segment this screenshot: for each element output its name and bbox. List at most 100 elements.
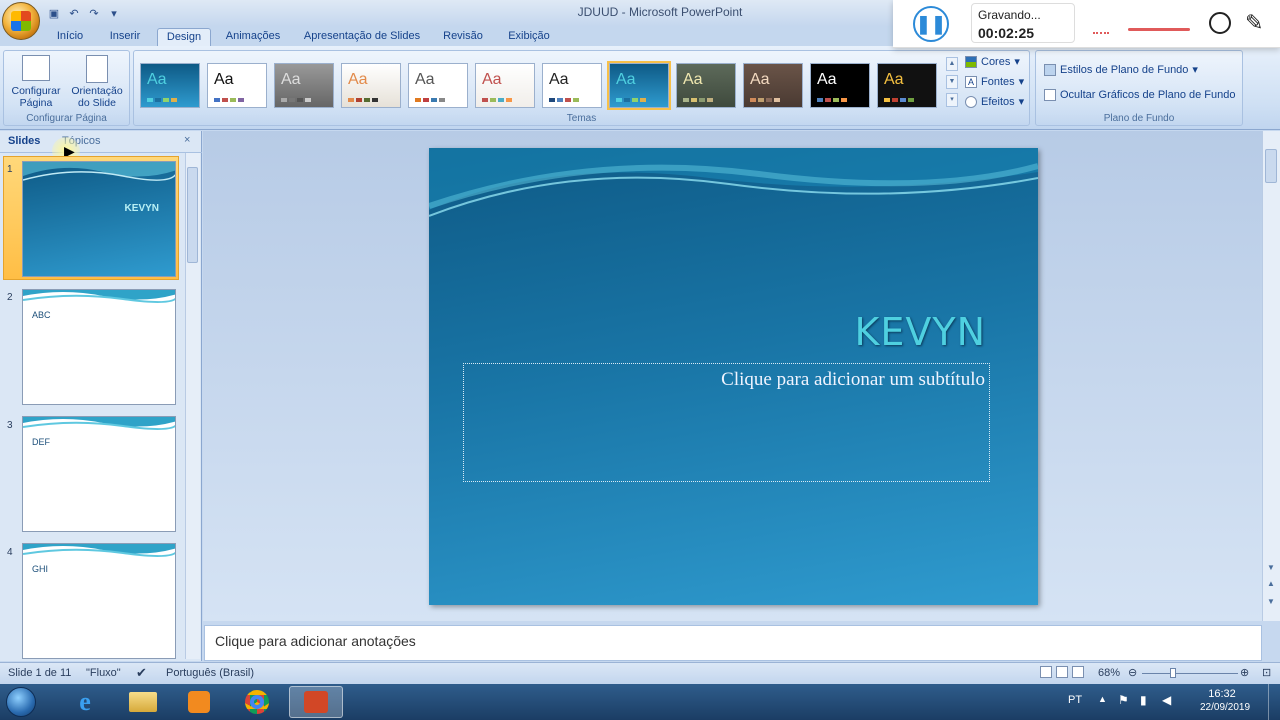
network-icon[interactable]: ▮ <box>1140 693 1147 707</box>
theme-7[interactable]: Aa <box>542 63 602 108</box>
media-player-icon[interactable] <box>172 686 226 718</box>
notes-area[interactable]: Clique para adicionar anotações <box>204 625 1262 661</box>
slides-pane: Slides Tópicos × ▶ 1 KEVYN 2 ABC 3 DEF 4… <box>0 131 202 661</box>
view-buttons <box>1040 666 1084 678</box>
effects-button[interactable]: Efeitos ▾ <box>965 95 1024 108</box>
tab-revisao[interactable]: Revisão <box>440 28 486 46</box>
theme-12[interactable]: Aa <box>877 63 937 108</box>
file-explorer-icon[interactable] <box>116 686 170 718</box>
page-setup-icon <box>22 55 50 81</box>
theme-10[interactable]: Aa <box>743 63 803 108</box>
slide-counter: Slide 1 de 11 <box>8 667 72 679</box>
next-slide-button[interactable]: ▼ <box>1267 597 1275 606</box>
start-button[interactable] <box>6 687 36 717</box>
hide-background-graphics[interactable]: Ocultar Gráficos de Plano de Fundo <box>1044 89 1235 101</box>
language[interactable]: Português (Brasil) <box>166 667 254 679</box>
chrome-icon[interactable] <box>230 686 284 718</box>
themes-scroll-up[interactable]: ▲ <box>946 57 958 71</box>
slide-thumb-4[interactable]: GHI <box>22 543 176 659</box>
group-page-setup: Configurar Página Orientação do Slide Co… <box>3 50 130 126</box>
tab-slides[interactable]: Slides <box>8 135 40 147</box>
tab-inserir[interactable]: Inserir <box>104 28 146 46</box>
powerpoint-taskbar-icon[interactable] <box>289 686 343 718</box>
quick-access-toolbar: ▣ ↶ ↷ ▾ <box>46 4 122 22</box>
pause-button[interactable]: ❚❚ <box>913 6 949 42</box>
slide-title[interactable]: KEVYN <box>854 310 986 354</box>
main-slide[interactable]: KEVYN Clique para adicionar um subtítulo <box>429 148 1038 605</box>
zoom-slider-thumb[interactable] <box>1170 668 1176 678</box>
audio-level-icon <box>1093 14 1109 34</box>
close-pane-button[interactable]: × <box>184 134 190 146</box>
theme-9[interactable]: Aa <box>676 63 736 108</box>
tab-exibicao[interactable]: Exibição <box>504 28 554 46</box>
theme-6[interactable]: Aa <box>475 63 535 108</box>
pen-icon[interactable]: ✎ <box>1245 10 1263 36</box>
tab-design[interactable]: Design <box>157 28 211 46</box>
scroll-down-arrow[interactable]: ▼ <box>1267 563 1275 572</box>
language-indicator[interactable]: PT <box>1068 694 1082 706</box>
zoom-level[interactable]: 68% <box>1098 667 1120 679</box>
themes-scroll-down[interactable]: ▼ <box>946 75 958 89</box>
pane-tabs: Slides Tópicos × <box>0 131 202 153</box>
theme-sample: Aa <box>415 71 435 88</box>
save-icon[interactable]: ▣ <box>46 5 62 21</box>
tab-animacoes[interactable]: Animações <box>222 28 284 46</box>
themes-more[interactable]: ▾ <box>946 93 958 107</box>
scrollbar-thumb[interactable] <box>1265 149 1277 183</box>
volume-slider[interactable] <box>1128 28 1190 31</box>
slide-thumb-2[interactable]: ABC <box>22 289 176 405</box>
theme-sample: Aa <box>214 71 234 88</box>
theme-4[interactable]: Aa <box>341 63 401 108</box>
webcam-icon[interactable] <box>1209 12 1231 34</box>
theme-name: "Fluxo" <box>86 667 121 679</box>
spellcheck-icon[interactable]: ✔ <box>136 665 147 681</box>
theme-2[interactable]: Aa <box>207 63 267 108</box>
theme-sample: Aa <box>817 71 837 88</box>
action-center-icon[interactable]: ⚑ <box>1118 693 1129 707</box>
theme-5[interactable]: Aa <box>408 63 468 108</box>
zoom-out-icon[interactable]: ⊖ <box>1128 666 1137 679</box>
redo-icon[interactable]: ↷ <box>86 5 102 21</box>
slide-sorter-icon[interactable] <box>1056 666 1068 678</box>
hide-graphics-checkbox[interactable] <box>1044 89 1056 101</box>
effects-icon <box>965 95 977 108</box>
group-label-themes: Temas <box>566 113 597 124</box>
theme-3[interactable]: Aa <box>274 63 334 108</box>
undo-icon[interactable]: ↶ <box>66 5 82 21</box>
office-button[interactable] <box>2 2 40 40</box>
theme-1[interactable]: Aa <box>140 63 200 108</box>
volume-icon[interactable]: ◀ <box>1162 693 1171 707</box>
show-desktop-button[interactable] <box>1268 684 1280 720</box>
slide-thumb-1[interactable]: KEVYN <box>22 161 176 277</box>
zoom-slider[interactable] <box>1142 673 1238 674</box>
normal-view-icon[interactable] <box>1040 666 1052 678</box>
tab-inicio[interactable]: Início <box>52 28 88 46</box>
thumb-title: DEF <box>32 437 50 447</box>
theme-fluxo-selected[interactable]: Aa <box>607 61 671 110</box>
tab-apresentacao[interactable]: Apresentação de Slides <box>300 28 424 46</box>
colors-button[interactable]: Cores ▾ <box>965 55 1020 68</box>
tray-expand-icon[interactable]: ▲ <box>1098 694 1107 704</box>
customize-qat-icon[interactable]: ▾ <box>106 5 122 21</box>
internet-explorer-icon[interactable]: e <box>58 686 112 718</box>
previous-slide-button[interactable]: ▲ <box>1267 579 1275 588</box>
slideshow-icon[interactable] <box>1072 666 1084 678</box>
clock[interactable]: 16:32 22/09/2019 <box>1200 688 1250 713</box>
zoom-in-icon[interactable]: ⊕ <box>1240 666 1249 679</box>
slide-number: 2 <box>7 292 13 303</box>
theme-sample: Aa <box>750 71 770 88</box>
fit-to-window-icon[interactable]: ⊡ <box>1262 666 1271 679</box>
slide-orientation-button[interactable]: Orientação do Slide <box>66 55 128 109</box>
scrollbar-thumb[interactable] <box>187 167 198 263</box>
theme-sample: Aa <box>281 71 301 88</box>
fonts-button[interactable]: A Fontes ▾ <box>965 75 1024 88</box>
subtitle-placeholder[interactable]: Clique para adicionar um subtítulo <box>463 363 990 482</box>
main-vertical-scrollbar[interactable]: ▼ ▲ ▼ <box>1262 131 1280 621</box>
slides-pane-scrollbar[interactable] <box>185 153 200 659</box>
page-setup-button[interactable]: Configurar Página <box>8 55 64 109</box>
theme-sample: Aa <box>884 71 904 88</box>
background-styles-label: Estilos de Plano de Fundo <box>1060 63 1189 76</box>
background-styles-button[interactable]: Estilos de Plano de Fundo ▾ <box>1044 63 1198 76</box>
theme-11[interactable]: Aa <box>810 63 870 108</box>
slide-thumb-3[interactable]: DEF <box>22 416 176 532</box>
